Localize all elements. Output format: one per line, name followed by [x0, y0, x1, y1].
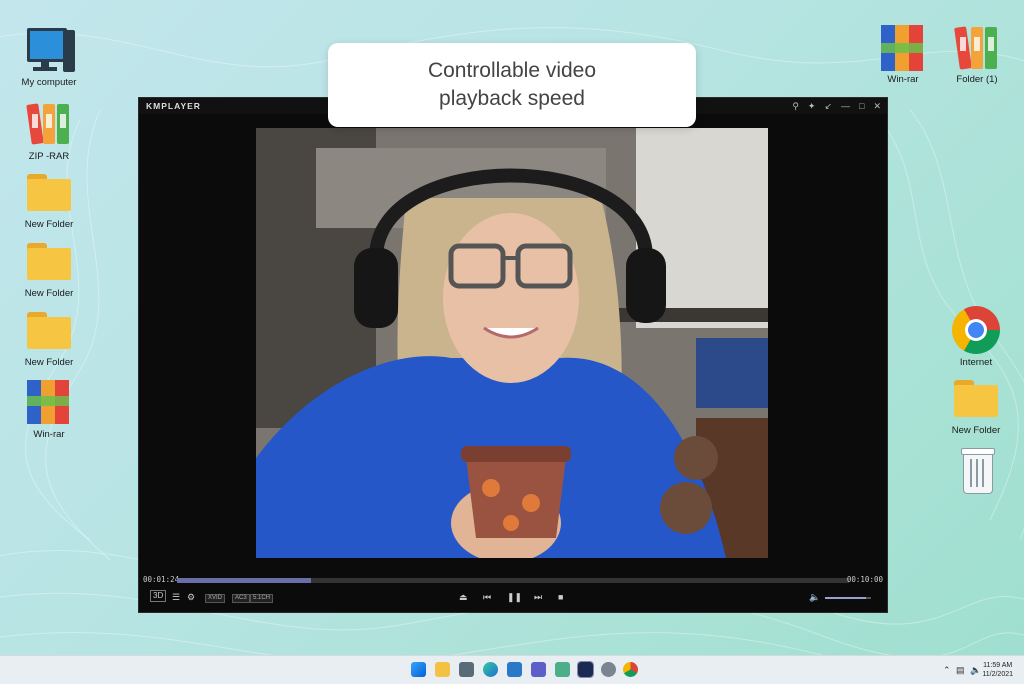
network-icon[interactable]: ▤ [956, 665, 965, 676]
binders-icon [23, 100, 75, 148]
desktop-icon-new-folder-3[interactable]: New Folder [12, 306, 86, 368]
desktop-icon-internet[interactable]: Internet [939, 306, 1013, 368]
folder-icon [23, 306, 75, 354]
kmplayer-window[interactable]: KMPLAYER ⚲ ✦ ↙ — □ ✕ 00:01:24 00:10:00 3… [138, 97, 888, 613]
desktop-icon-label: ZIP -RAR [28, 151, 70, 162]
seek-bar-fill [177, 578, 312, 583]
app-icon[interactable] [555, 662, 570, 677]
desktop-icon-new-folder-2[interactable]: New Folder [12, 237, 86, 299]
search-icon[interactable]: ⚲ [792, 100, 799, 112]
volume-slider[interactable] [825, 597, 871, 599]
winrar-icon [877, 23, 929, 71]
desktop-icon-label: Win-rar [33, 429, 65, 440]
close-icon[interactable]: ✕ [873, 100, 881, 112]
desktop-icon-label: New Folder [24, 219, 74, 230]
desktop-icon-label: Win-rar [887, 74, 919, 85]
taskbar-clock[interactable]: 11:59 AM 11/2/2021 [982, 661, 1013, 679]
teams-icon[interactable] [531, 662, 546, 677]
binders-icon [951, 23, 1003, 71]
callout-line-1: Controllable video [427, 59, 597, 82]
previous-icon[interactable]: ⏮ [483, 591, 491, 603]
store-icon[interactable] [507, 662, 522, 677]
desktop-icon-folder-1[interactable]: Folder (1) [940, 23, 1014, 85]
clock-time: 11:59 AM [983, 662, 1013, 669]
folder-icon [23, 237, 75, 285]
desktop-icon-zip-rar[interactable]: ZIP -RAR [12, 100, 86, 162]
seek-bar[interactable] [177, 578, 849, 583]
computer-icon [23, 26, 75, 74]
video-frame[interactable] [256, 128, 768, 558]
stop-icon[interactable]: ■ [558, 591, 563, 603]
player-controls: 3D ☰ ⚙ XVID AC3 5.1CH ⏏ ⏮ ❚❚ ⏭ ■ 🔈 [139, 589, 887, 607]
winrar-icon [23, 378, 75, 426]
chrome-taskbar-icon[interactable] [623, 662, 638, 677]
desktop-icon-my-computer[interactable]: My computer [12, 26, 86, 88]
edge-icon[interactable] [483, 662, 498, 677]
video-image [256, 128, 768, 558]
player-logo: KMPLAYER [146, 101, 201, 111]
chrome-icon [950, 306, 1002, 354]
folder-icon [950, 374, 1002, 422]
speaker-icon[interactable]: 🔈 [970, 665, 981, 676]
compact-icon[interactable]: ↙ [824, 100, 832, 112]
time-total: 00:10:00 [846, 575, 883, 584]
desktop-icon-new-folder-right[interactable]: New Folder [939, 374, 1013, 436]
pause-icon[interactable]: ❚❚ [507, 591, 522, 603]
desktop-icon-label: New Folder [24, 357, 74, 368]
desktop-icon-win-rar-left[interactable]: Win-rar [12, 378, 86, 440]
desktop-icon-label: Folder (1) [956, 74, 998, 85]
taskbar: ⌃ ▤ 🔈 11:59 AM 11/2/2021 [0, 655, 1024, 684]
desktop-icon-win-rar-right[interactable]: Win-rar [866, 23, 940, 85]
codec-tag-audio: AC3 [232, 594, 250, 603]
kmplayer-taskbar-icon[interactable] [577, 661, 594, 678]
tray-chevron-icon[interactable]: ⌃ [943, 665, 951, 676]
volume-slider-fill [825, 597, 867, 599]
desktop-icon-new-folder-1[interactable]: New Folder [12, 168, 86, 230]
file-explorer-icon[interactable] [435, 662, 450, 677]
desktop-icon-label: Internet [959, 357, 993, 368]
codec-tag-video: XVID [205, 594, 226, 603]
eject-icon[interactable]: ⏏ [459, 591, 468, 603]
folder-icon [23, 168, 75, 216]
pin-icon[interactable]: ✦ [808, 100, 816, 112]
trash-icon [951, 446, 1003, 494]
seek-area: 00:01:24 00:10:00 [143, 575, 883, 585]
3d-button[interactable]: 3D [150, 590, 167, 602]
gear-icon[interactable]: ⚙ [187, 591, 195, 603]
playlist-icon[interactable]: ☰ [172, 591, 180, 603]
volume-icon[interactable]: 🔈 [809, 591, 820, 603]
desktop-icon-recycle-bin[interactable] [940, 446, 1014, 497]
desktop-icon-label: New Folder [24, 288, 74, 299]
clock-date: 11/2/2021 [982, 671, 1013, 678]
feature-callout: Controllable video playback speed [328, 43, 696, 127]
settings-taskbar-icon[interactable] [601, 662, 616, 677]
start-icon[interactable] [411, 662, 426, 677]
time-elapsed: 00:01:24 [143, 575, 180, 584]
next-icon[interactable]: ⏭ [534, 591, 542, 603]
codec-tag-channels: 5.1CH [250, 594, 274, 603]
callout-line-2: playback speed [439, 87, 585, 110]
desktop-icon-label: New Folder [951, 425, 1001, 436]
maximize-icon[interactable]: □ [859, 100, 864, 112]
minimize-icon[interactable]: — [841, 100, 850, 112]
desktop-icon-label: My computer [21, 77, 77, 88]
camera-icon[interactable] [459, 662, 474, 677]
